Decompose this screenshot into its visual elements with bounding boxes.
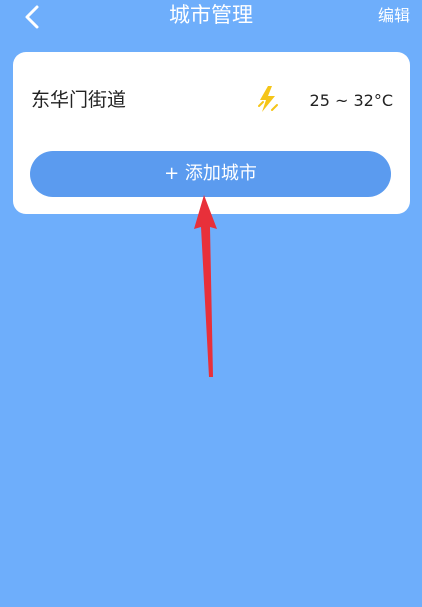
- edit-button[interactable]: 编辑: [378, 5, 410, 27]
- header-bar: 城市管理 编辑: [0, 0, 422, 34]
- page-title: 城市管理: [169, 3, 253, 27]
- city-list-item[interactable]: 东华门街道 25 ~ 32°C: [13, 52, 410, 148]
- thunder-icon: [258, 86, 278, 112]
- city-card: 东华门街道 25 ~ 32°C + 添加城市: [13, 52, 410, 214]
- add-city-button[interactable]: + 添加城市: [30, 151, 391, 197]
- temperature-range: 25 ~ 32°C: [309, 91, 393, 110]
- city-name: 东华门街道: [31, 89, 127, 111]
